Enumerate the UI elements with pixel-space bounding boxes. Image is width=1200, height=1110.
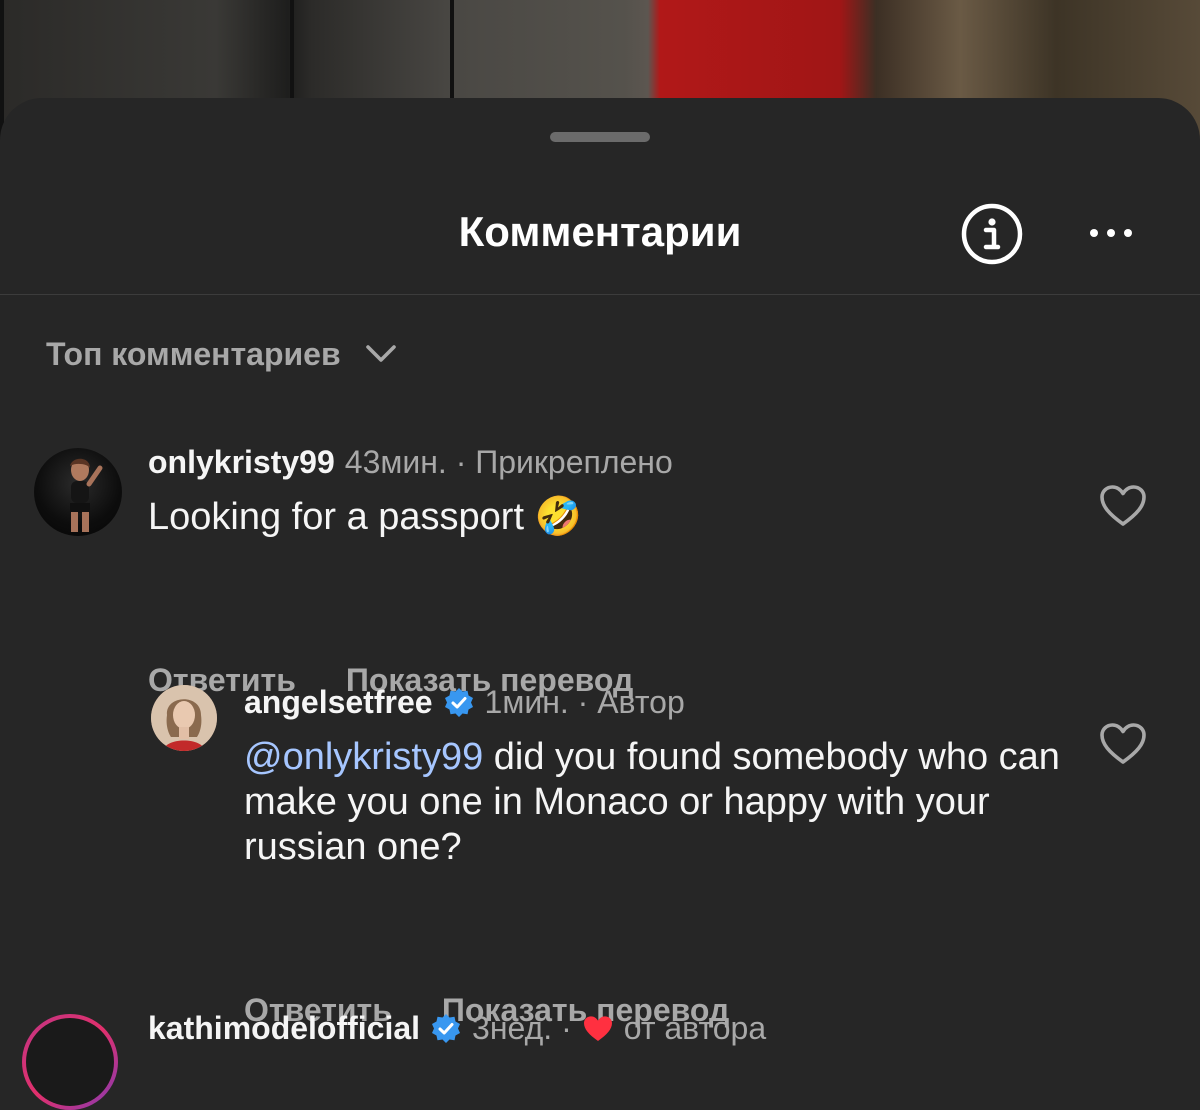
- photo-detail: [0, 0, 4, 140]
- comment-meta: onlykristy99 43мин. · Прикреплено: [148, 444, 673, 481]
- liked-by-author-label: от автора: [623, 1010, 767, 1046]
- avatar-story-ring[interactable]: [22, 1014, 118, 1110]
- comment-meta: angelsetfree 1мин. · Автор: [244, 684, 685, 721]
- comment-text: @onlykristy99 did you found somebody who…: [244, 735, 1064, 870]
- chevron-down-icon: [365, 345, 396, 362]
- heart-icon[interactable]: [1099, 484, 1147, 528]
- sort-label: Топ комментариев: [46, 335, 341, 372]
- more-options-icon[interactable]: [1086, 218, 1136, 248]
- comment-username[interactable]: angelsetfree: [244, 684, 433, 721]
- comment-username[interactable]: onlykristy99: [148, 444, 335, 481]
- sort-selector[interactable]: Топ комментариев: [46, 334, 397, 374]
- info-icon[interactable]: [960, 202, 1024, 266]
- avatar[interactable]: [151, 685, 217, 751]
- comment-timestamp: 1мин. · Автор: [484, 684, 685, 720]
- comments-sheet: Комментарии Топ комментариев onlykristy9…: [0, 98, 1200, 1106]
- comment-text: Looking for a passport 🤣: [148, 496, 582, 538]
- heart-icon[interactable]: [1099, 722, 1147, 766]
- comment-timestamp: 43мин. · Прикреплено: [344, 444, 673, 480]
- verified-badge-icon: [443, 687, 475, 719]
- verified-badge-icon: [430, 1013, 462, 1045]
- comment-meta: kathimodelofficial 3нед. · от автора: [148, 1010, 766, 1047]
- heart-filled-icon: [582, 1014, 614, 1044]
- sheet-grabber-handle[interactable]: [550, 132, 650, 142]
- header-divider: [0, 294, 1200, 295]
- comment-timestamp: 3нед. ·: [472, 1010, 572, 1046]
- comment-username[interactable]: kathimodelofficial: [148, 1010, 420, 1047]
- mention-link[interactable]: @onlykristy99: [244, 736, 483, 778]
- avatar[interactable]: [34, 448, 122, 536]
